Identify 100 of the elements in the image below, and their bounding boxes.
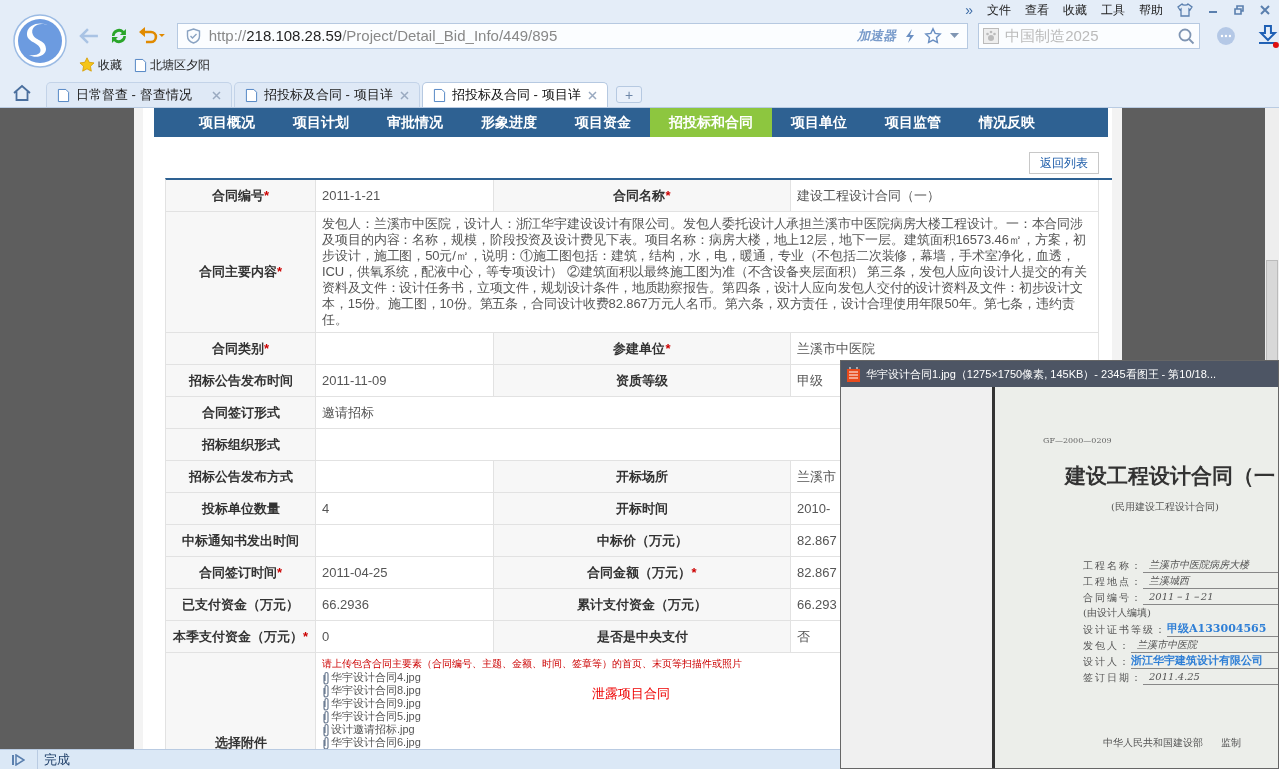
field-label: 中标价（万元） xyxy=(494,525,791,557)
form-label: 设计证书等级： xyxy=(1083,623,1167,637)
field-label: 中标通知书发出时间 xyxy=(166,525,316,557)
attachment-link[interactable]: 华宇设计合同5.jpg xyxy=(331,710,421,723)
field-label: 参建单位* xyxy=(494,333,791,365)
field-value: 2011-1-21 xyxy=(322,186,381,205)
search-input[interactable]: 中国制造2025 xyxy=(1005,24,1173,48)
field-value: 否 xyxy=(797,627,810,646)
field-label: 招标公告发布时间 xyxy=(166,365,316,397)
form-note: (由设计人编填) xyxy=(1083,606,1151,620)
field-label: 合同签订形式 xyxy=(166,397,316,429)
search-field[interactable]: 中国制造2025 xyxy=(978,23,1201,49)
field-value: 66.2936 xyxy=(322,595,369,614)
nav-tab[interactable]: 审批情况 xyxy=(368,108,462,137)
handwritten-text: 2011－1－21 xyxy=(1143,590,1278,605)
shirt-icon[interactable] xyxy=(1177,3,1193,17)
back-icon[interactable] xyxy=(78,27,100,45)
nav-tab[interactable]: 项目资金 xyxy=(556,108,650,137)
page-icon xyxy=(57,87,70,103)
field-label: 投标单位数量 xyxy=(166,493,316,525)
close-icon[interactable] xyxy=(212,90,221,100)
attachment-link[interactable]: 设计邀请招标.jpg xyxy=(331,723,415,736)
upload-notice: 请上传包含合同主要素（合同编号、主题、金额、时间、签章等）的首页、末页等扫描件或照片 xyxy=(322,657,742,671)
close-icon[interactable] xyxy=(588,90,597,100)
document-footer: 中华人民共和国建设部 xyxy=(1103,735,1203,750)
shield-icon xyxy=(185,28,201,44)
contract-summary: 发包人：兰溪市中医院，设计人：浙江华宇建设设计有限公司。发包人委托设计人承担兰溪市中医院病房大楼工程设计。一：本合同涉及项目的内容：名称，规模，阶段投资及设计费见下表。项目名称：病房大楼，地上12层，地下一层。建筑面积16573.46㎡，方案，初步设计，施工图，50元/㎡，说明：①施工图包括：建筑，结构，水，电，暖通，专业（不包括二次装修，幕墙，手术室净化，血透，ICU，供氧系统，配液中心，等专项设计） ②建筑面积以最终施工图为准（不含设备夹层面积） 第三条，发包人应向设计人提交的有关资料及文件：设计任务书，立项文件，规划设计条件，地质勘察报告。第四条，设计人应向发包人交付的设计资料及文件：初步设计文本，15份。施工图，10份。第五条，合同设计收费82.867万元人名币。第六条，双方责任，设计合理使用年限50年。第七条，违约责任。 xyxy=(322,216,1088,328)
menu-overflow[interactable]: » xyxy=(965,3,973,17)
field-value: 0 xyxy=(322,627,330,646)
attachment-link[interactable]: 华宇设计合同9.jpg xyxy=(331,697,421,710)
field-label: 选择附件 xyxy=(166,653,316,749)
page-icon xyxy=(433,87,446,103)
bookmark[interactable]: 北塘区夕阳 xyxy=(150,56,210,74)
restore-icon[interactable] xyxy=(1233,4,1245,16)
download-icon[interactable] xyxy=(1257,24,1279,48)
field-label: 招标公告发布方式 xyxy=(166,461,316,493)
field-label: 合同签订时间* xyxy=(166,557,316,589)
undo-icon[interactable] xyxy=(137,26,166,46)
search-icon[interactable] xyxy=(1178,27,1196,45)
field-value: 4 xyxy=(322,499,330,518)
field-label: 合同主要内容* xyxy=(166,212,316,333)
field-label: 累计支付资金（万元） xyxy=(494,589,791,621)
page-icon xyxy=(245,87,258,103)
paw-icon[interactable] xyxy=(983,28,1000,44)
field-value: 建设工程设计合同（一） xyxy=(797,186,940,205)
lightning-icon[interactable] xyxy=(904,28,917,44)
menu-item[interactable]: 文件 xyxy=(987,1,1011,19)
handwritten-text: 兰溪市中医院病房大楼 xyxy=(1143,558,1278,573)
browser-logo[interactable] xyxy=(13,14,67,68)
document-footer: 监制 xyxy=(1221,735,1241,750)
stamp-text: 甲级A133004565 xyxy=(1167,622,1278,637)
form-label: 工程地点： xyxy=(1083,575,1143,589)
browser-tab[interactable]: 日常督查 - 督查情况 xyxy=(46,82,232,107)
form-label: 发包人： xyxy=(1083,639,1131,653)
menu-item[interactable]: 查看 xyxy=(1025,1,1049,19)
field-value: 2011-04-25 xyxy=(322,563,388,582)
form-label: 设计人： xyxy=(1083,655,1131,669)
address-bar[interactable]: http://218.108.28.59/Project/Detail_Bid_Info/449/895 加速器 xyxy=(176,23,969,49)
field-label: 本季支付资金（万元）* xyxy=(166,621,316,653)
menu-item[interactable]: 工具 xyxy=(1101,1,1125,19)
nav-tab[interactable]: 项目计划 xyxy=(274,108,368,137)
nav-tab[interactable]: 形象进度 xyxy=(462,108,556,137)
attachment-link[interactable]: 华宇设计合同8.jpg xyxy=(331,684,421,697)
form-code: GF—2000—0209 xyxy=(1043,437,1112,445)
more-icon[interactable] xyxy=(1217,27,1236,45)
field-label: 合同名称* xyxy=(494,180,791,212)
attachment-link[interactable]: 华宇设计合同6.jpg xyxy=(331,736,421,749)
field-value: 邀请招标 xyxy=(322,403,374,422)
form-label: 签订日期： xyxy=(1083,671,1143,685)
nav-tab[interactable]: 情况反映 xyxy=(960,108,1054,137)
browser-tab[interactable]: 招投标及合同 - 项目详 xyxy=(234,82,420,107)
home-icon[interactable] xyxy=(12,84,32,102)
close-icon[interactable] xyxy=(1259,4,1271,16)
star-outline-icon[interactable] xyxy=(924,27,943,45)
nav-tab[interactable]: 项目概况 xyxy=(180,108,274,137)
nav-tab[interactable]: 项目单位 xyxy=(772,108,866,137)
close-icon[interactable] xyxy=(400,90,409,100)
handwritten-text: 兰溪市中医院 xyxy=(1131,638,1278,653)
field-value: 82.867 xyxy=(797,563,837,582)
bookmark[interactable]: 收藏 xyxy=(98,56,122,74)
caret-icon[interactable] xyxy=(950,33,960,39)
field-value: 兰溪市 xyxy=(797,467,836,486)
scrollbar-thumb[interactable] xyxy=(1266,260,1278,360)
field-value: 兰溪市中医院 xyxy=(797,339,875,358)
field-label: 合同类别* xyxy=(166,333,316,365)
scrollbar[interactable] xyxy=(1265,108,1279,360)
back-to-list-button[interactable]: 返回列表 xyxy=(1029,152,1099,174)
field-value: 2011-11-09 xyxy=(322,371,387,390)
menu-item[interactable]: 收藏 xyxy=(1063,1,1087,19)
field-value: 66.293 xyxy=(797,595,837,614)
menu-item[interactable]: 帮助 xyxy=(1139,1,1163,19)
document-title: 建设工程设计合同（一 xyxy=(1065,465,1275,486)
nav-tab[interactable]: 项目监管 xyxy=(866,108,960,137)
panel-toggle-icon[interactable] xyxy=(12,753,25,766)
viewer-title: 华宇设计合同1.jpg（1275×1750像素, 145KB）- 2345看图王 - 第10/18... xyxy=(866,366,1217,382)
attachment-link[interactable]: 华宇设计合同4.jpg xyxy=(331,671,421,684)
handwritten-text: 兰溪城西 xyxy=(1143,574,1278,589)
form-label: 合同编号： xyxy=(1083,591,1143,605)
handwritten-text: 2011.4.25 xyxy=(1143,670,1278,685)
browser-tab[interactable]: 招投标及合同 - 项目详 xyxy=(422,82,608,107)
